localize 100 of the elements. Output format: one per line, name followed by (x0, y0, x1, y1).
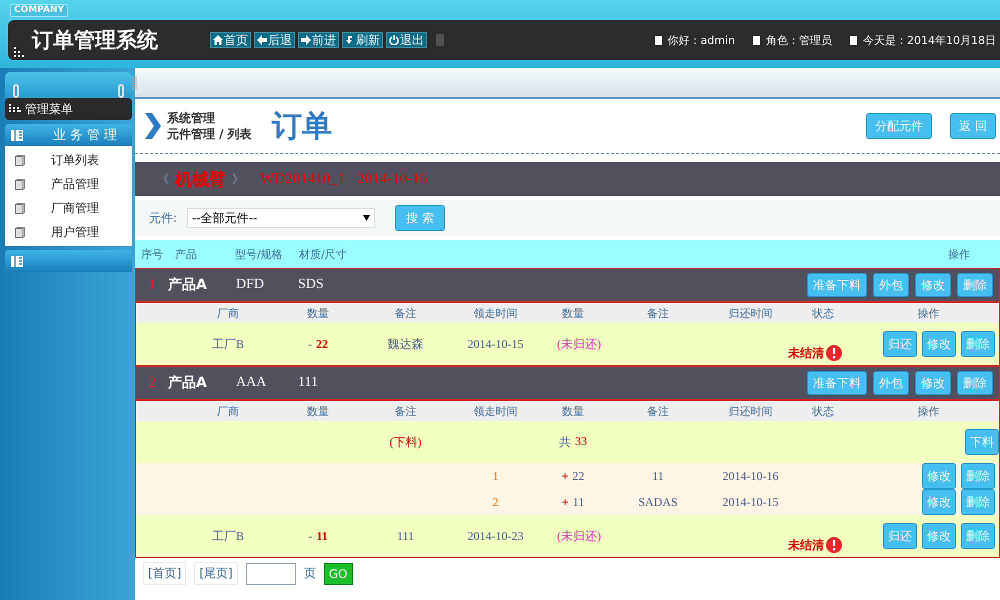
menu-item[interactable]: 产品管理 (5, 172, 132, 196)
column-header: 归还时间 (728, 404, 774, 418)
action-button[interactable]: 修改 (922, 523, 956, 549)
column-header: 备注 (646, 404, 670, 418)
bullet-icon (654, 36, 662, 44)
bracket: 》 (232, 170, 244, 188)
action-button[interactable]: 删除 (961, 489, 995, 515)
index-cell-text: 2 (492, 494, 500, 510)
action-button[interactable]: 删除 (957, 273, 993, 297)
user-info: 你好：admin (668, 32, 735, 48)
column-header: 型号/规格 (235, 246, 284, 262)
go-button[interactable]: GO (324, 562, 352, 584)
action-button[interactable]: 删除 (961, 331, 995, 357)
document-icon (15, 178, 25, 190)
material-cell: 111 (298, 375, 318, 391)
arrow-left-icon (257, 35, 267, 45)
component-dropdown[interactable]: --全部元件-- (187, 208, 376, 228)
page-button[interactable]: 返 回 (950, 113, 996, 139)
row-number: 2 (147, 374, 157, 392)
column-header: 数量 (561, 306, 585, 320)
breadcrumb: 元件管理 / 列表 (167, 126, 252, 142)
column-header: 操作 (948, 246, 970, 262)
column-header: 操作 (916, 404, 940, 418)
column-header: 数量 (306, 404, 330, 418)
page-label: 页 (304, 565, 316, 582)
nav-button[interactable]: 退出 (386, 32, 427, 48)
action-button[interactable]: 修改 (922, 331, 956, 357)
order-date: 2014-10-16 (357, 170, 427, 188)
dropdown-caret-icon (363, 215, 370, 221)
taken-date-cell-text: 2014-10-23 (466, 528, 524, 544)
action-button[interactable]: 归还 (883, 523, 917, 549)
taken-date-cell-text: 2014-10-15 (466, 336, 524, 352)
column-header: 备注 (394, 404, 418, 418)
action-button[interactable]: 归还 (883, 331, 917, 357)
column-header: 序号 (140, 246, 164, 262)
row-number: 1 (147, 276, 157, 294)
filter-label: 元件: (149, 210, 178, 226)
nav-button[interactable]: 前进 (298, 32, 339, 48)
action-button[interactable]: 准备下料 (807, 273, 867, 297)
action-button[interactable]: 删除 (961, 523, 995, 549)
quantity-cell: 11 (316, 528, 328, 544)
action-button[interactable]: 修改 (915, 371, 951, 395)
user-info: 角色：管理员 (766, 32, 832, 48)
action-button[interactable]: 修改 (922, 463, 956, 489)
action-button[interactable]: 准备下料 (807, 371, 867, 395)
model-cell-text: DFD (236, 277, 266, 293)
total-label: 共 (559, 434, 571, 450)
unsettled-label: 未结清 (788, 536, 824, 554)
page-input[interactable] (246, 562, 296, 584)
power-icon (389, 35, 399, 45)
column-header: 状态 (811, 404, 835, 418)
menu-item[interactable]: 订单列表 (5, 148, 132, 172)
breadcrumb: 系统管理 (167, 110, 216, 126)
page-button[interactable]: 分配元件 (866, 113, 932, 139)
document-icon (15, 202, 25, 214)
action-button[interactable]: 修改 (922, 489, 956, 515)
menu-section[interactable] (5, 250, 132, 272)
column-header: 材质/尺寸 (299, 246, 348, 262)
index-cell-text: 1 (492, 468, 500, 484)
note-cell-text: 11 (651, 468, 665, 484)
document-icon (15, 226, 25, 238)
order-category: 机械臂 (175, 168, 226, 190)
sign: - (308, 336, 312, 352)
book-icon (11, 130, 23, 140)
sign: + (562, 494, 569, 510)
menu-item[interactable]: 厂商管理 (5, 196, 132, 220)
last-page-link[interactable]: [尾页] (194, 562, 238, 585)
nav-button[interactable]: 首页 (210, 32, 251, 48)
home-icon (213, 35, 223, 45)
vendor-cell-text: 工厂B (210, 336, 245, 352)
action-button[interactable]: 删除 (961, 463, 995, 489)
company-logo: COMPANY (10, 4, 68, 17)
action-button[interactable]: 下料 (965, 429, 999, 455)
action-button[interactable]: 外包 (873, 273, 909, 297)
note-cell-text: (下料) (388, 434, 422, 450)
product-cell-text: 产品A (168, 276, 208, 294)
action-button[interactable]: 外包 (873, 371, 909, 395)
return-status: (未归还) (556, 528, 602, 544)
action-button[interactable]: 修改 (915, 273, 951, 297)
nav-button[interactable]: 后退 (254, 32, 295, 48)
menu-item[interactable]: 用户管理 (5, 220, 132, 244)
bullet-icon (753, 36, 760, 44)
user-info: 今天是：2014年10月18日 (863, 32, 996, 48)
column-header: 产品 (175, 246, 198, 262)
total-cell-text: 33 (575, 434, 587, 450)
unsettled-label: 未结清 (788, 344, 824, 362)
note-cell-text: 111 (396, 528, 416, 544)
column-header: 操作 (916, 306, 940, 320)
column-header: 状态 (811, 306, 835, 320)
book-icon (11, 256, 23, 266)
search-button[interactable]: 搜 索 (395, 205, 446, 231)
menu-title: 管理菜单 (25, 100, 73, 118)
first-page-link[interactable]: [首页] (143, 562, 186, 585)
menu-section[interactable]: 业务管理 (5, 124, 132, 146)
quantity-cell: 22 (316, 336, 328, 352)
column-header: 备注 (646, 306, 670, 320)
column-header: 厂商 (216, 306, 240, 320)
nav-button[interactable]: 刷新 (342, 32, 383, 48)
model-cell-text: AAA (236, 375, 268, 391)
action-button[interactable]: 删除 (957, 371, 993, 395)
